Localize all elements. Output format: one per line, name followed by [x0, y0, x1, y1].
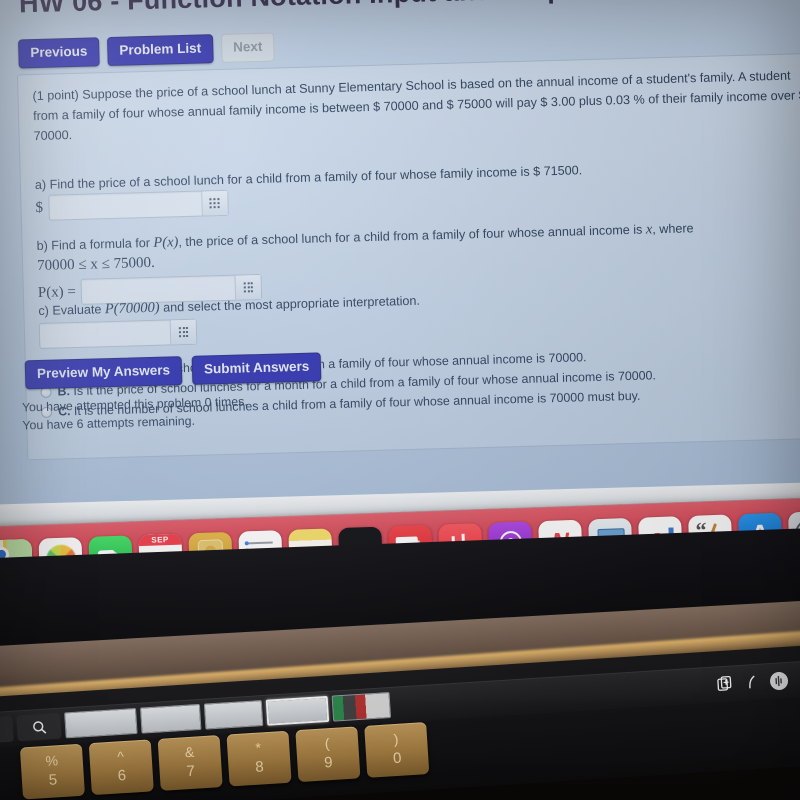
attempt-status: You have attempted this problem 0 times.…	[22, 392, 249, 434]
question-part-b-inequality: 70000 ≤ x ≤ 75000.	[36, 254, 156, 275]
key-0-top: )	[393, 730, 399, 748]
part-b-text-end: , where	[652, 221, 694, 237]
key-0-bot: 0	[392, 749, 402, 768]
part-b-text-post: , the price of a school lunch for a chil…	[178, 222, 647, 250]
touchbar-search-button[interactable]	[16, 712, 62, 742]
page-title: HW 06 - Function Notation Input and Outp…	[19, 0, 800, 19]
new-tab-icon[interactable]	[716, 675, 734, 693]
key-7-top: &	[184, 743, 195, 761]
part-b-math-px: P(x)	[153, 234, 179, 251]
question-part-b-line1: b) Find a formula for P(x), the price of…	[36, 218, 694, 256]
part-c-text-pre: c) Evaluate	[38, 302, 106, 319]
submit-answers-button[interactable]: Submit Answers	[191, 352, 322, 385]
part-b-text-pre: b) Find a formula for	[36, 235, 154, 254]
dollar-prefix-a: $	[35, 199, 44, 216]
problem-list-button[interactable]: Problem List	[107, 34, 214, 66]
answer-input-c[interactable]	[38, 318, 198, 349]
keypad-grid-icon[interactable]	[200, 190, 228, 216]
part-c-math: P(70000)	[104, 299, 160, 318]
answer-input-a[interactable]	[47, 189, 229, 221]
problem-statement: (1 point) Suppose the price of a school …	[32, 64, 800, 146]
touchbar-back-button[interactable]	[0, 715, 14, 745]
touchbar-tab-preview-1[interactable]	[64, 707, 138, 739]
key-6-bot: 6	[117, 767, 127, 785]
touchbar-tab-preview-3[interactable]	[203, 700, 264, 730]
volume-icon[interactable]	[745, 675, 758, 690]
key-8[interactable]: * 8	[226, 730, 292, 787]
keypad-grid-icon[interactable]	[169, 319, 197, 345]
key-9[interactable]: ( 9	[295, 726, 361, 783]
key-9-top: (	[324, 735, 331, 752]
key-0[interactable]: ) 0	[364, 722, 430, 778]
key-8-top: *	[255, 739, 262, 756]
preview-my-answers-button[interactable]: Preview My Answers	[24, 356, 183, 389]
key-6-top: ^	[116, 748, 125, 765]
key-5-bot: 5	[48, 771, 58, 789]
key-9-bot: 9	[323, 754, 334, 772]
key-7[interactable]: & 7	[157, 735, 223, 791]
next-button: Next	[220, 32, 275, 63]
search-icon	[32, 720, 46, 734]
problem-navigation-bar: Previous Problem List Next	[18, 32, 275, 68]
touchbar-tab-preview-active[interactable]	[265, 695, 330, 726]
screenshot-root: HW 06 - Function Notation Input and Outp…	[0, 0, 800, 800]
touchbar-tab-preview-5[interactable]	[331, 691, 392, 722]
key-5[interactable]: % 5	[19, 743, 86, 800]
touchbar-system-controls	[716, 666, 800, 693]
touchbar-tab-preview-2[interactable]	[139, 703, 202, 734]
photo-of-laptop-scene: HW 06 - Function Notation Input and Outp…	[0, 0, 800, 800]
key-8-bot: 8	[254, 758, 265, 776]
answer-field-c[interactable]	[39, 320, 171, 348]
px-equals-prefix: P(x) =	[37, 283, 77, 301]
key-7-bot: 7	[185, 762, 196, 781]
key-5-top: %	[45, 752, 59, 770]
key-6[interactable]: ^ 6	[88, 739, 154, 796]
siri-icon[interactable]	[769, 670, 789, 690]
previous-button[interactable]: Previous	[18, 37, 100, 68]
answer-row-a: $	[35, 189, 229, 221]
part-c-text-post: and select the most appropriate interpre…	[159, 293, 421, 315]
answer-row-c	[38, 318, 198, 349]
answer-field-a[interactable]	[48, 191, 202, 220]
question-part-a: a) Find the price of a school lunch for …	[34, 163, 583, 193]
